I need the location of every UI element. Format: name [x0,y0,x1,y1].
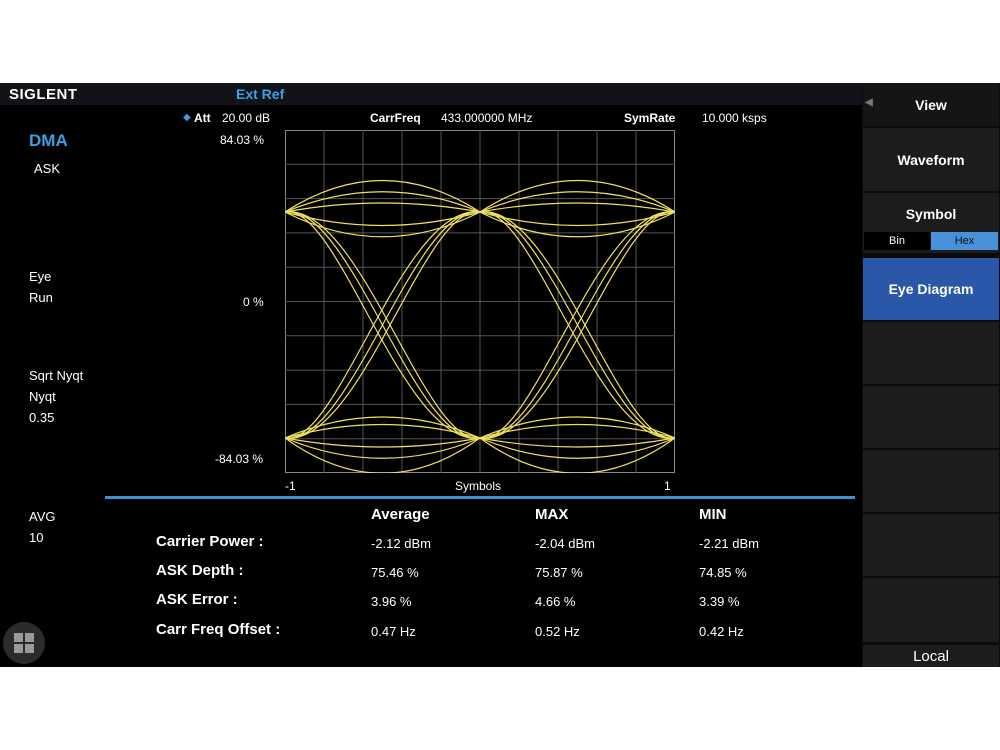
eye-trace [285,437,481,473]
chevron-left-icon: ◀ [865,97,873,108]
plot-grid [285,130,675,473]
softkey-empty-4[interactable] [863,514,999,576]
table-cell: 0.47 Hz [371,624,416,639]
eye-trace [479,202,675,213]
local-button[interactable]: Local [863,645,999,667]
table-cell: 3.39 % [699,594,740,609]
eye-trace [479,437,675,448]
waveform-label: Waveform [897,151,965,168]
y-top-label: 84.03 % [220,133,265,147]
symrate-label: SymRate [624,111,676,125]
softkey-empty-1[interactable] [863,322,999,384]
row-label-ask-error: ASK Error : [156,591,238,608]
softkey-empty-3[interactable] [863,450,999,512]
filter2-label: Nyqt [29,389,56,404]
table-cell: 75.46 % [371,565,419,580]
table-cell: 75.87 % [535,565,583,580]
table-cell: -2.04 dBm [535,536,595,551]
carrfreq-value: 433.000000 MHz [441,111,533,125]
table-cell: -2.21 dBm [699,536,759,551]
bin-toggle[interactable]: Bin [864,232,930,250]
symbol-label: Symbol [905,206,957,222]
table-cell: 0.52 Hz [535,624,580,639]
eye-trace [285,191,481,213]
col-header-max: MAX [535,506,569,523]
brand-logo: SIGLENT [9,86,78,103]
hex-toggle[interactable]: Hex [931,232,998,250]
att-marker-icon: ◆ [183,112,191,123]
x-right-label: 1 [664,479,671,493]
eye-trace [479,437,675,473]
ext-ref-indicator: Ext Ref [236,86,285,102]
att-label: Att [194,111,211,125]
table-cell: 4.66 % [535,594,576,609]
eye-trace [285,437,481,448]
eye-trace [285,202,481,213]
softkey-empty-5[interactable] [863,578,999,642]
analyzer-screen: SIGLENT Ext Ref ◆ Att 20.00 dB CarrFreq … [0,83,1000,667]
y-bottom-label: -84.03 % [215,452,264,466]
softkey-panel: ◀ View Waveform Symbol Bin Hex Eye Diagr… [862,83,1000,667]
waveform-softkey[interactable]: Waveform [863,128,999,191]
y-mid-label: 0 % [243,295,264,309]
row-label-carr-freq-offset: Carr Freq Offset : [156,621,281,638]
row-label-ask-depth: ASK Depth : [156,562,244,579]
softkey-empty-2[interactable] [863,386,999,448]
run-status: Run [29,290,53,305]
symrate-value: 10.000 ksps [702,111,767,125]
col-header-min: MIN [699,506,727,523]
modulation-label: ASK [34,161,61,176]
section-divider [105,496,855,499]
table-cell: 3.96 % [371,594,412,609]
view-menu-title[interactable]: ◀ View [863,83,999,126]
apps-grid-icon [14,633,23,642]
top-bar: SIGLENT Ext Ref [0,83,862,105]
mode-label: DMA [29,131,68,150]
table-cell: 74.85 % [699,565,747,580]
avg-value: 10 [29,530,44,545]
x-axis-label: Symbols [455,479,502,493]
apps-menu-button[interactable] [3,622,45,664]
eye-diagram-label: Eye Diagram [888,281,974,297]
eye-trace [479,437,675,459]
eye-diagram-softkey[interactable]: Eye Diagram [863,258,999,320]
table-cell: 0.42 Hz [699,624,744,639]
eye-label: Eye [29,269,52,284]
carrfreq-label: CarrFreq [370,111,421,125]
eye-trace [285,437,481,459]
att-value: 20.00 dB [222,111,271,125]
view-label: View [915,96,947,113]
alpha-value: 0.35 [29,410,55,425]
eye-trace [479,191,675,213]
eye-diagram-plot [285,130,675,473]
col-header-average: Average [371,506,430,523]
row-label-carrier-power: Carrier Power : [156,533,264,550]
table-cell: -2.12 dBm [371,536,431,551]
filter-label: Sqrt Nyqt [29,368,84,383]
x-left-label: -1 [285,479,296,493]
avg-label: AVG [29,509,56,524]
